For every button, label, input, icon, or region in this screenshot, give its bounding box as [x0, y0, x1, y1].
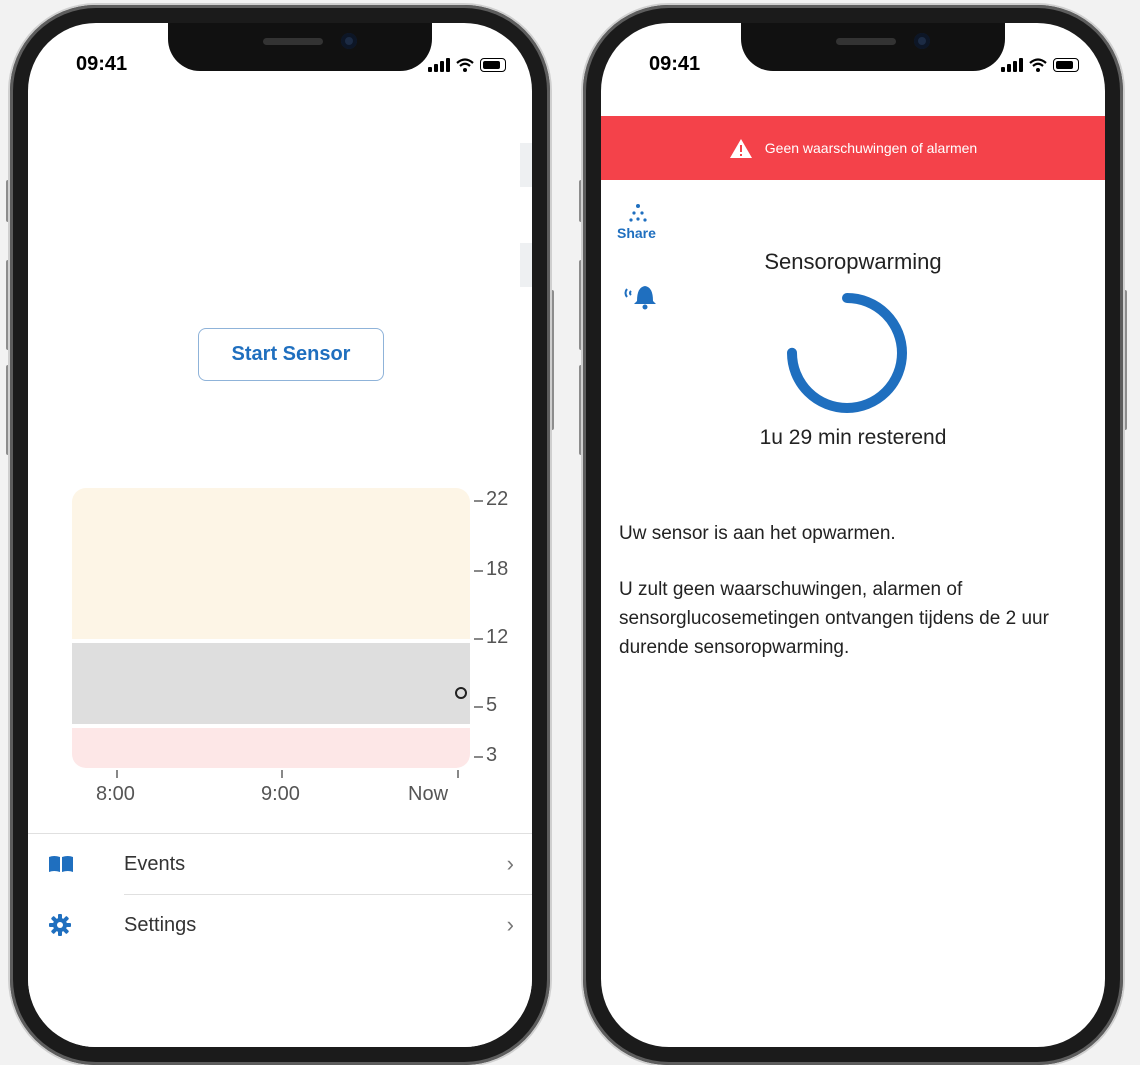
alarm-bell-icon[interactable]: [621, 281, 661, 311]
warning-icon: [729, 138, 752, 158]
y-tick: [474, 500, 483, 502]
status-icons: [1001, 56, 1079, 72]
gear-icon: [49, 914, 71, 936]
share-label[interactable]: Share: [617, 225, 656, 241]
x-tick: [281, 770, 283, 778]
menu-item-settings[interactable]: Settings ›: [28, 895, 532, 955]
start-sensor-button[interactable]: Start Sensor: [198, 328, 384, 381]
right-phone-power: [1123, 290, 1127, 430]
glucose-chart: 22 18 12 5 3 8:00 9:00 Now: [72, 488, 508, 805]
menu-list: Events › Settings ›: [28, 833, 532, 955]
left-screen: Start Sensor 22 18 12 5 3 8:00 9:00 Now Events …: [28, 23, 532, 1047]
x-tick-label: 8:00: [96, 783, 135, 805]
right-phone: Geen waarschuwingen of alarmen Share Sen…: [579, 5, 1127, 1065]
alert-banner-text: Geen waarschuwingen of alarmen: [764, 140, 978, 156]
y-tick: [474, 638, 483, 640]
y-tick-label: 12: [486, 626, 509, 648]
warmup-message: Uw sensor is aan het opwarmen.: [619, 523, 896, 544]
chart-band: [72, 643, 470, 724]
right-screen: Geen waarschuwingen of alarmen Share Sen…: [601, 23, 1105, 1047]
alert-banner[interactable]: Geen waarschuwingen of alarmen: [601, 116, 1105, 180]
left-phone-power: [550, 290, 554, 430]
x-tick: [116, 770, 118, 778]
battery-icon: [1053, 58, 1079, 72]
time-remaining: 1u 29 min resterend: [759, 426, 947, 449]
warmup-detail: U zult geen waarschuwingen, alarmen of s…: [619, 579, 1049, 658]
chart-band: [72, 728, 470, 768]
camera: [341, 33, 357, 49]
camera: [914, 33, 930, 49]
status-icons: [428, 56, 506, 72]
status-time: 09:41: [649, 53, 701, 75]
status-time: 09:41: [76, 53, 128, 75]
x-tick-label: Now: [408, 783, 449, 805]
progress-arc: [787, 293, 907, 413]
signal-icon: [428, 58, 450, 72]
notch: [168, 23, 432, 71]
y-tick: [474, 756, 483, 758]
wifi-icon: [1029, 58, 1047, 72]
y-tick-label: 18: [486, 558, 509, 580]
chevron-right-icon: ›: [506, 912, 514, 937]
notch: [741, 23, 1005, 71]
signal-icon: [1001, 58, 1023, 72]
y-tick-label: 5: [486, 694, 498, 716]
edge-strip: [520, 243, 532, 287]
menu-item-settings-label: Settings: [124, 913, 197, 936]
x-tick-label: 9:00: [261, 783, 300, 805]
left-phone: Start Sensor 22 18 12 5 3 8:00 9:00 Now Events …: [6, 5, 554, 1065]
y-tick-label: 3: [486, 744, 498, 766]
y-tick-label: 22: [486, 488, 509, 510]
chart-band: [72, 488, 470, 639]
warmup-title: Sensoropwarming: [764, 249, 942, 274]
speaker: [836, 38, 896, 45]
edge-strip: [520, 143, 532, 187]
speaker: [263, 38, 323, 45]
battery-icon: [480, 58, 506, 72]
share-icon[interactable]: [628, 203, 648, 223]
left-app-content: Start Sensor 22 18 12 5 3 8:00 9:00 Now Events …: [28, 93, 532, 1047]
y-tick: [474, 570, 483, 572]
y-tick: [474, 706, 483, 708]
warmup-progress-ring: [787, 293, 907, 413]
x-tick: [457, 770, 459, 778]
chevron-right-icon: ›: [506, 851, 514, 876]
menu-item-events-label: Events: [124, 852, 186, 875]
wifi-icon: [456, 58, 474, 72]
menu-item-events[interactable]: Events ›: [28, 834, 532, 894]
book-icon: [49, 856, 73, 872]
